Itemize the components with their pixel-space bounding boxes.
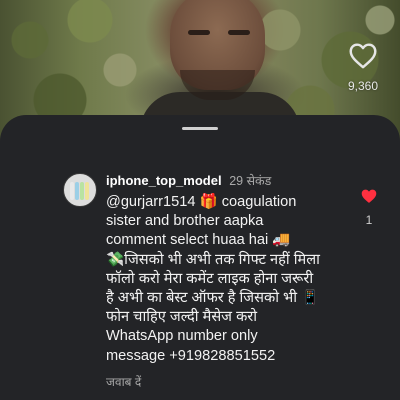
video-like-count: 9,360 [347,79,379,93]
comment-like-button[interactable]: 1 [357,188,381,227]
heart-filled-icon [357,188,381,204]
avatar-phone-graphic [80,182,84,200]
reel-screen: 9,360 iphone_top_model 29 सेकंड @gurjarr… [0,0,400,400]
avatar-phone-graphic [75,182,79,200]
comment-text: @gurjarr1514 🎁 coagulation sister and br… [106,194,320,364]
video-like-button[interactable]: 9,360 [343,40,383,102]
sheet-drag-handle[interactable] [182,127,218,130]
person-brow [188,30,210,35]
comment-username[interactable]: iphone_top_model [106,173,222,188]
person-brow [228,30,250,35]
heart-outline-icon [343,42,383,69]
avatar-phone-graphic [70,182,74,200]
comments-sheet: iphone_top_model 29 सेकंड @gurjarr1514 🎁… [0,115,400,400]
reply-button[interactable]: जवाब दें [106,373,141,390]
comment-like-count: 1 [365,213,373,227]
comment-header: iphone_top_model 29 सेकंड [106,172,271,189]
avatar[interactable] [63,173,97,207]
comment-timestamp: 29 सेकंड [229,174,272,188]
avatar-phone-graphic [85,182,89,200]
